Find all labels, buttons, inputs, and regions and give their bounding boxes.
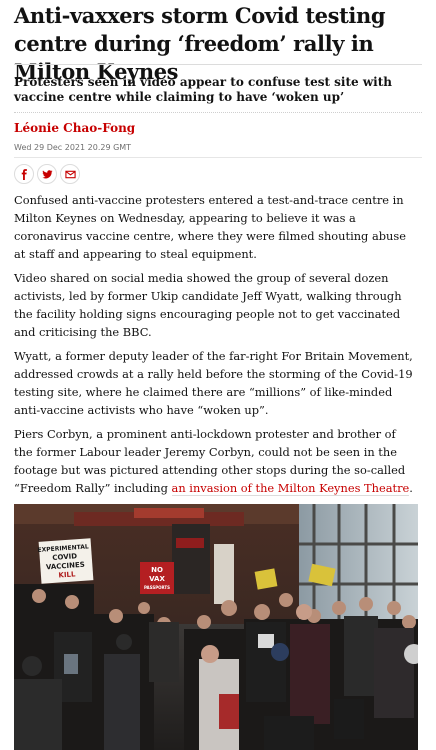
article-headline: Anti-vaxxers storm Covid testing centre … [14,3,386,84]
sign-text: VAX [149,575,165,583]
article-paragraph: Piers Corbyn, a prominent anti-lockdown … [14,425,418,497]
protest-crowd-image: EXPERIMENTAL COVID VACCINES KILL NO VAX … [14,504,418,750]
facebook-icon [21,168,27,180]
protest-photo: EXPERIMENTAL COVID VACCINES KILL NO VAX … [14,504,418,750]
divider [14,157,422,158]
share-facebook-button[interactable] [14,164,34,184]
twitter-icon [41,169,53,178]
theatre-invasion-link[interactable]: an invasion of the Milton Keynes Theatre [171,481,410,496]
sign-text: KILL [58,570,76,579]
share-email-button[interactable] [60,164,80,184]
email-icon [64,170,76,178]
article-paragraph: Wyatt, a former deputy leader of the far… [14,349,413,417]
divider [14,112,422,113]
sign-text: NO [151,566,163,574]
paragraph-text: . [409,481,413,495]
sign-text: PASSPORTS [144,585,170,590]
author-byline-link[interactable]: Léonie Chao-Fong [14,121,135,135]
share-buttons [14,164,80,184]
share-twitter-button[interactable] [37,164,57,184]
protest-sign-no-vax: NO VAX PASSPORTS [140,562,174,594]
yellow-placard [254,568,278,590]
article-paragraph: Video shared on social media showed the … [14,271,402,339]
phone [64,654,78,674]
divider [14,64,422,65]
publish-date: Wed 29 Dec 2021 20.29 GMT [14,143,132,152]
article-standfirst: Protesters seen in video appear to confu… [14,75,393,104]
protest-sign-covid-vaccines: EXPERIMENTAL COVID VACCINES KILL [37,538,94,584]
article-paragraph: Confused anti-vaccine protesters entered… [14,193,406,261]
